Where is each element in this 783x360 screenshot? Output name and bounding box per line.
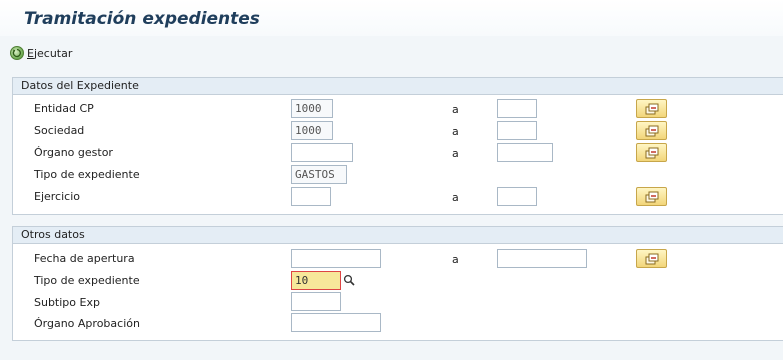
field-label: Sociedad — [34, 124, 85, 137]
multiple-selection-icon — [645, 191, 658, 202]
multiple-selection-icon — [645, 103, 658, 114]
group-otros-datos: Otros datos Fecha de apertura a Tipo de … — [12, 226, 783, 341]
ejercicio-low-input[interactable] — [291, 187, 331, 206]
row-tipo-expediente: Tipo de expediente — [13, 164, 783, 186]
organo-gestor-low-input[interactable] — [291, 143, 353, 162]
row-organo-gestor: Órgano gestor a — [13, 142, 783, 164]
multiple-selection-button[interactable] — [636, 187, 667, 206]
entidad-cp-high-input[interactable] — [497, 99, 537, 118]
field-label: Órgano gestor — [34, 146, 113, 159]
field-label: Ejercicio — [34, 190, 80, 203]
fecha-apertura-low-input[interactable] — [291, 249, 381, 268]
row-entidad-cp: Entidad CP a — [13, 98, 783, 120]
range-to-label: a — [452, 103, 459, 116]
group-header: Datos del Expediente — [13, 78, 783, 95]
execute-button[interactable]: Ejecutar — [10, 44, 72, 62]
multiple-selection-button[interactable] — [636, 121, 667, 140]
field-label: Tipo de expediente — [34, 274, 140, 287]
entidad-cp-low-input[interactable] — [291, 99, 333, 118]
row-ejercicio: Ejercicio a — [13, 186, 783, 208]
range-to-label: a — [452, 253, 459, 266]
row-fecha-apertura: Fecha de apertura a — [13, 248, 783, 270]
range-to-label: a — [452, 125, 459, 138]
search-help-button[interactable] — [342, 272, 356, 288]
sociedad-low-input[interactable] — [291, 121, 333, 140]
field-label: Fecha de apertura — [34, 252, 135, 265]
multiple-selection-icon — [645, 125, 658, 136]
field-label: Entidad CP — [34, 102, 94, 115]
range-to-label: a — [452, 147, 459, 160]
organo-aprobacion-input[interactable] — [291, 313, 381, 332]
application-toolbar: Ejecutar — [0, 36, 783, 66]
tipo-expediente-input[interactable] — [291, 165, 347, 184]
multiple-selection-button[interactable] — [636, 143, 667, 162]
multiple-selection-icon — [645, 253, 658, 264]
search-help-icon — [343, 274, 355, 286]
row-organo-aprobacion: Órgano Aprobación — [13, 313, 783, 335]
subtipo-exp-input[interactable] — [291, 292, 341, 311]
page-title: Tramitación expedientes — [24, 9, 260, 29]
tipo-expediente-2-input[interactable] — [291, 271, 341, 290]
multiple-selection-icon — [645, 147, 658, 158]
group-datos-expediente: Datos del Expediente Entidad CP a Socied… — [12, 77, 783, 215]
field-label: Órgano Aprobación — [34, 317, 140, 330]
execute-label: Ejecutar — [27, 46, 73, 60]
field-label: Tipo de expediente — [34, 168, 140, 181]
fecha-apertura-high-input[interactable] — [497, 249, 587, 268]
group-header: Otros datos — [13, 227, 783, 244]
ejercicio-high-input[interactable] — [497, 187, 537, 206]
multiple-selection-button[interactable] — [636, 99, 667, 118]
range-to-label: a — [452, 191, 459, 204]
multiple-selection-button[interactable] — [636, 249, 667, 268]
execute-icon — [10, 46, 24, 60]
field-label: Subtipo Exp — [34, 296, 100, 309]
title-bar: Tramitación expedientes — [0, 0, 783, 36]
row-sociedad: Sociedad a — [13, 120, 783, 142]
row-subtipo-exp: Subtipo Exp — [13, 292, 783, 314]
sociedad-high-input[interactable] — [497, 121, 537, 140]
row-tipo-expediente-2: Tipo de expediente — [13, 270, 783, 292]
organo-gestor-high-input[interactable] — [497, 143, 553, 162]
